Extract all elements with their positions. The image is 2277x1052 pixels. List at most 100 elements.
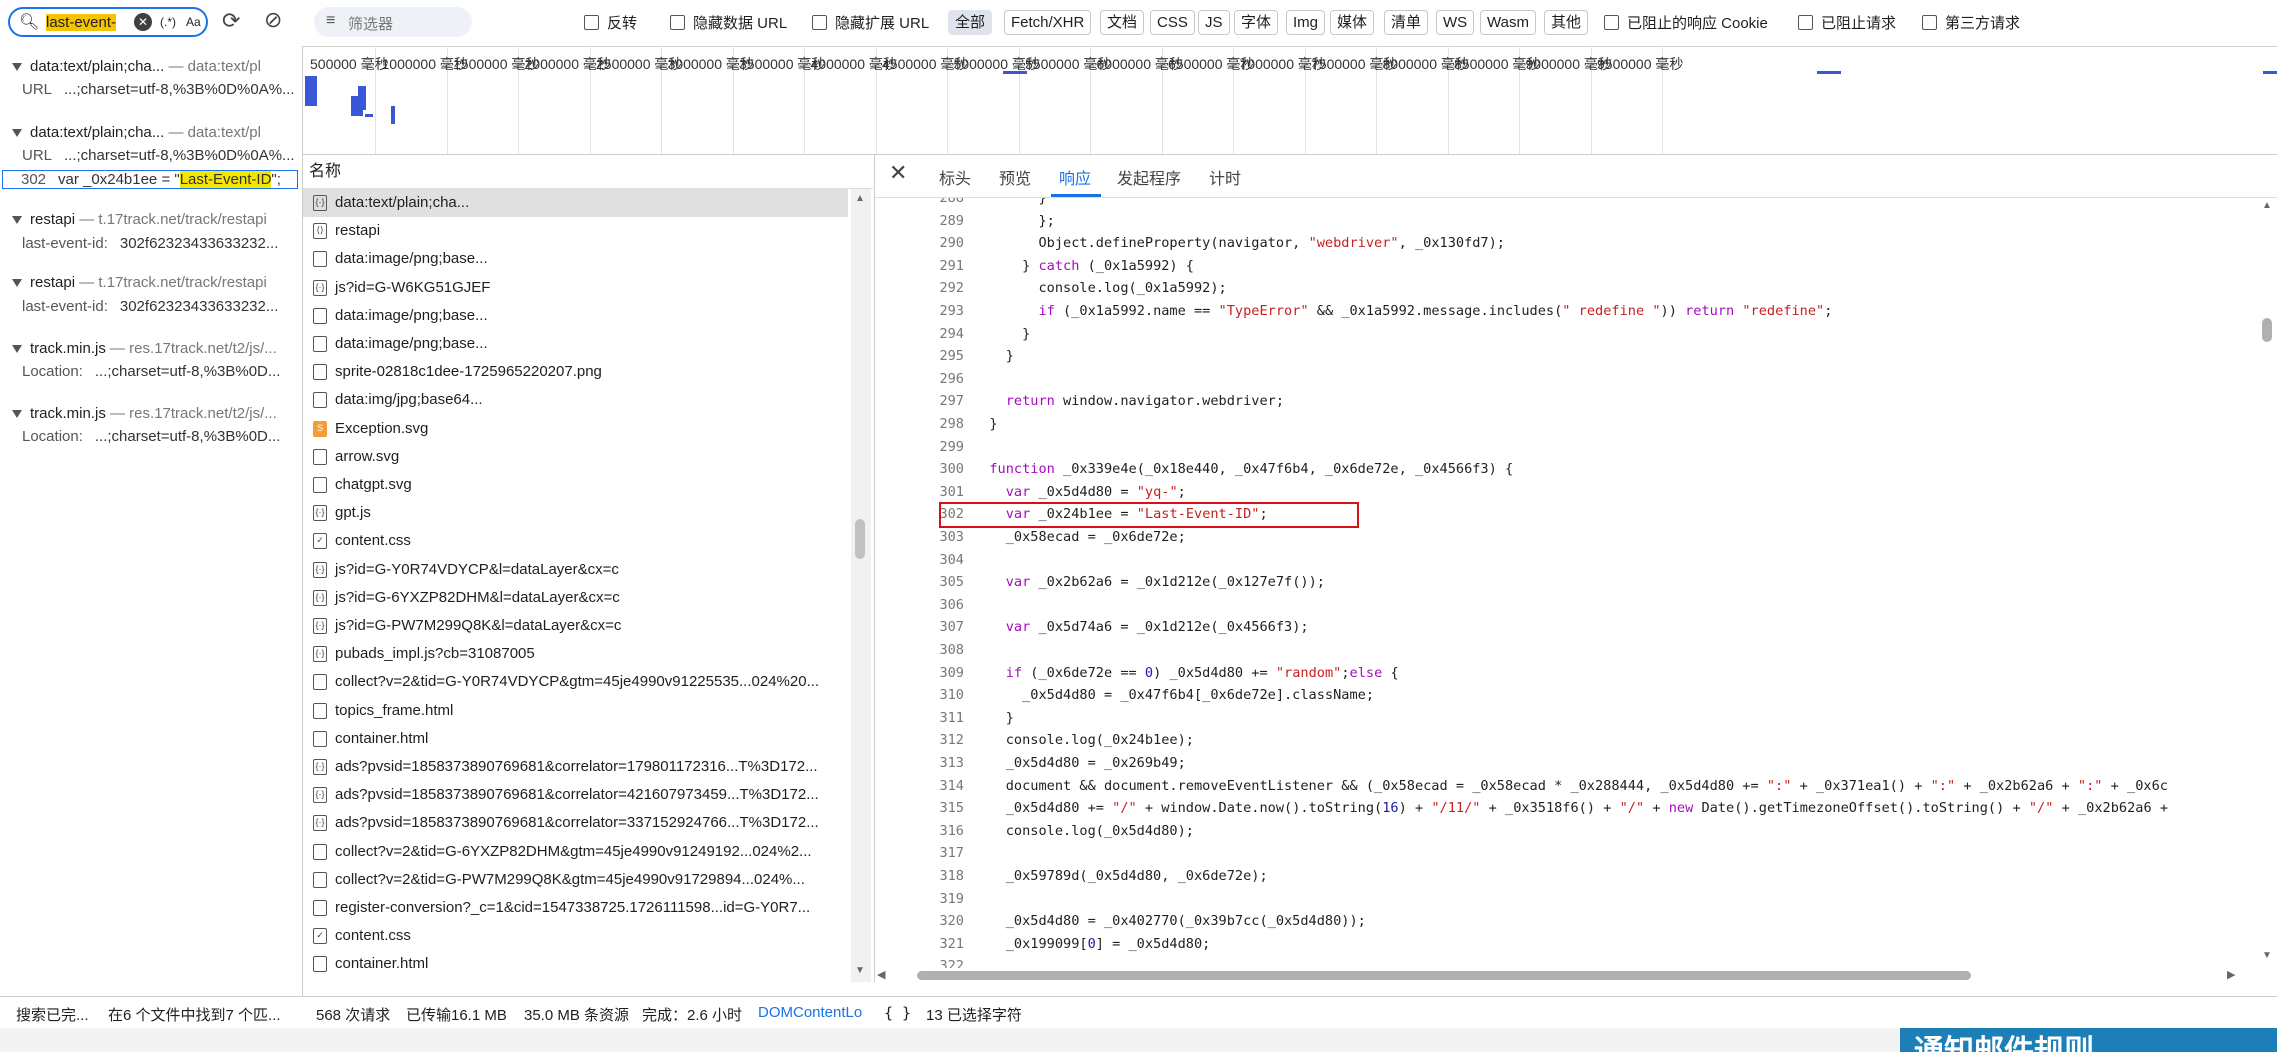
request-row[interactable]: chatgpt.svg xyxy=(303,471,848,499)
request-row[interactable]: {·} js?id=G-Y0R74VDYCP&l=dataLayer&cx=c xyxy=(303,556,848,584)
case-sensitive-toggle[interactable]: Aa xyxy=(186,15,201,29)
request-row[interactable]: {·} js?id=G-PW7M299Q8K&l=dataLayer&cx=c xyxy=(303,612,848,640)
request-row[interactable]: collect?v=2&tid=G-6YXZP82DHM&gtm=45je499… xyxy=(303,838,848,866)
blocked-cookies-checkbox[interactable]: 已阻止的响应 Cookie xyxy=(1604,12,1768,33)
search-result-line[interactable]: Location: ...;charset=utf-8,%3B%0D... xyxy=(22,428,280,445)
close-detail-icon[interactable]: ✕ xyxy=(889,160,907,186)
request-row[interactable]: sprite-02818c1dee-1725965220207.png xyxy=(303,358,848,386)
request-row[interactable]: {·} ads?pvsid=1858373890769681&correlator… xyxy=(303,781,848,809)
expand-triangle-icon[interactable] xyxy=(12,216,22,225)
search-result-file[interactable]: restapi — t.17track.net/track/restapi xyxy=(12,211,267,228)
type-media-button[interactable]: 媒体 xyxy=(1330,10,1375,35)
expand-triangle-icon[interactable] xyxy=(12,279,22,288)
clear-log-icon[interactable]: ⊘ xyxy=(264,7,282,33)
search-result-file[interactable]: data:text/plain;cha... — data:text/pl xyxy=(12,124,261,141)
code-vertical-scrollbar[interactable]: ▲ ▼ xyxy=(2257,198,2277,968)
pretty-print-button[interactable]: { } xyxy=(884,1004,911,1022)
search-result-line-selected[interactable]: 302 var _0x24b1ee = "Last-Event-ID"; xyxy=(2,170,298,189)
expand-triangle-icon[interactable] xyxy=(12,410,22,419)
search-result-line[interactable]: last-event-id: 302f62323433633232... xyxy=(22,298,278,315)
timeline-tick-label: 9500000 毫秒 xyxy=(1597,56,1684,72)
request-row[interactable]: register-conversion?_c=1&cid=1547338725.… xyxy=(303,894,848,922)
scroll-right-arrow-icon[interactable]: ▶ xyxy=(2227,968,2235,981)
request-row[interactable]: {·} js?id=G-W6KG51GJEF xyxy=(303,274,848,302)
type-manifest-button[interactable]: 清单 xyxy=(1384,10,1429,35)
search-result-file[interactable]: restapi — t.17track.net/track/restapi xyxy=(12,274,267,291)
type-ws-button[interactable]: WS xyxy=(1436,10,1475,35)
search-result-line[interactable]: URL ...;charset=utf-8,%3B%0D%0A%... xyxy=(22,147,295,164)
request-row[interactable]: {·} data:text/plain;cha... xyxy=(303,189,848,217)
request-row[interactable]: container.html xyxy=(303,950,848,978)
search-result-line[interactable]: URL ...;charset=utf-8,%3B%0D%0A%... xyxy=(22,81,295,98)
request-row[interactable]: ✓ content.css xyxy=(303,527,848,555)
request-row[interactable]: collect?v=2&tid=G-PW7M299Q8K&gtm=45je499… xyxy=(303,866,848,894)
request-row[interactable]: {·} ads?pvsid=1858373890769681&correlator… xyxy=(303,809,848,837)
request-row[interactable]: ✓ content.css xyxy=(303,922,848,950)
scroll-thumb[interactable] xyxy=(2262,318,2272,342)
request-row[interactable]: container.html xyxy=(303,725,848,753)
timeline-activity-marker xyxy=(309,76,317,106)
request-row[interactable]: {·} js?id=G-6YXZP82DHM&l=dataLayer&cx=c xyxy=(303,584,848,612)
type-css-button[interactable]: CSS xyxy=(1150,10,1195,35)
horizontal-scroll-thumb[interactable] xyxy=(917,971,1971,980)
expand-triangle-icon[interactable] xyxy=(12,63,22,72)
request-row[interactable]: ⟨⟩ restapi xyxy=(303,217,848,245)
request-row[interactable]: {·} gpt.js xyxy=(303,499,848,527)
type-font-button[interactable]: 字体 xyxy=(1234,10,1279,35)
filter-input[interactable]: 筛选器 xyxy=(348,13,393,34)
network-toolbar: 🔍︎ last-event- ✕ (.*) Aa ⟳ ⊘ ≡ 筛选器 反转 隐藏… xyxy=(0,0,2277,47)
request-row[interactable]: S Exception.svg xyxy=(303,415,848,443)
tab-initiator[interactable]: 发起程序 xyxy=(1117,165,1181,189)
hide-data-url-checkbox[interactable]: 隐藏数据 URL xyxy=(670,12,787,33)
response-code-viewer[interactable]: 288 } 289 }; 290 Object.defineProperty(nav… xyxy=(875,198,2255,968)
scroll-left-arrow-icon[interactable]: ◀ xyxy=(877,968,885,981)
filter-box[interactable]: ≡ 筛选器 xyxy=(314,7,472,37)
search-result-file[interactable]: track.min.js — res.17track.net/t2/js/... xyxy=(12,405,277,422)
type-doc-button[interactable]: 文档 xyxy=(1100,10,1145,35)
blocked-requests-checkbox[interactable]: 已阻止请求 xyxy=(1798,12,1896,33)
request-row[interactable]: collect?v=2&tid=G-Y0R74VDYCP&gtm=45je499… xyxy=(303,668,848,696)
search-result-file[interactable]: data:text/plain;cha... — data:text/pl xyxy=(12,58,261,75)
search-box[interactable]: 🔍︎ last-event- ✕ (.*) Aa xyxy=(8,7,208,37)
search-result-line[interactable]: Location: ...;charset=utf-8,%3B%0D... xyxy=(22,363,280,380)
tab-timing[interactable]: 计时 xyxy=(1209,165,1241,189)
scroll-thumb[interactable] xyxy=(855,519,865,559)
request-list-scrollbar[interactable]: ▲ ▼ xyxy=(851,189,871,982)
request-row[interactable]: data:image/png;base... xyxy=(303,245,848,273)
type-js-button[interactable]: JS xyxy=(1198,10,1230,35)
scroll-down-arrow-icon[interactable]: ▼ xyxy=(2262,950,2272,961)
line-number: 288 xyxy=(939,198,964,206)
scroll-up-arrow-icon[interactable]: ▲ xyxy=(2262,200,2272,211)
clear-search-icon[interactable]: ✕ xyxy=(134,13,152,31)
tab-headers[interactable]: 标头 xyxy=(939,165,971,189)
request-row[interactable]: topics_frame.html xyxy=(303,697,848,725)
request-row[interactable]: data:img/jpg;base64... xyxy=(303,386,848,414)
type-other-button[interactable]: 其他 xyxy=(1544,10,1589,35)
expand-triangle-icon[interactable] xyxy=(12,129,22,138)
code-horizontal-scrollbar[interactable]: ◀ ▶ xyxy=(875,968,2255,982)
name-column-header[interactable]: 名称 xyxy=(303,155,873,189)
regex-toggle[interactable]: (.*) xyxy=(160,15,176,29)
type-all-button[interactable]: 全部 xyxy=(948,10,993,35)
request-row[interactable]: data:image/png;base... xyxy=(303,302,848,330)
request-row[interactable]: {·} ads?pvsid=1858373890769681&correlator… xyxy=(303,753,848,781)
request-row[interactable]: {·} pubads_impl.js?cb=31087005 xyxy=(303,640,848,668)
search-input[interactable]: last-event- xyxy=(46,14,117,31)
search-result-file[interactable]: track.min.js — res.17track.net/t2/js/... xyxy=(12,340,277,357)
request-row[interactable]: data:image/png;base... xyxy=(303,330,848,358)
expand-triangle-icon[interactable] xyxy=(12,345,22,354)
type-img-button[interactable]: Img xyxy=(1286,10,1326,35)
third-party-checkbox[interactable]: 第三方请求 xyxy=(1922,12,2020,33)
tab-preview[interactable]: 预览 xyxy=(999,165,1031,189)
invert-checkbox[interactable]: 反转 xyxy=(584,12,637,33)
request-row[interactable]: arrow.svg xyxy=(303,443,848,471)
search-result-line[interactable]: last-event-id: 302f62323433633232... xyxy=(22,235,278,252)
type-fetch-xhr-button[interactable]: Fetch/XHR xyxy=(1004,10,1092,35)
hide-extension-url-checkbox[interactable]: 隐藏扩展 URL xyxy=(812,12,929,33)
network-overview-timeline[interactable]: 500000 毫秒 1000000 毫秒 1500000 毫秒 2000000 毫秒 2… xyxy=(303,46,2277,155)
scroll-down-arrow-icon[interactable]: ▼ xyxy=(855,965,865,976)
refresh-icon[interactable]: ⟳ xyxy=(222,8,240,34)
type-wasm-button[interactable]: Wasm xyxy=(1480,10,1536,35)
scroll-up-arrow-icon[interactable]: ▲ xyxy=(855,193,865,204)
tab-response[interactable]: 响应 xyxy=(1059,165,1091,189)
